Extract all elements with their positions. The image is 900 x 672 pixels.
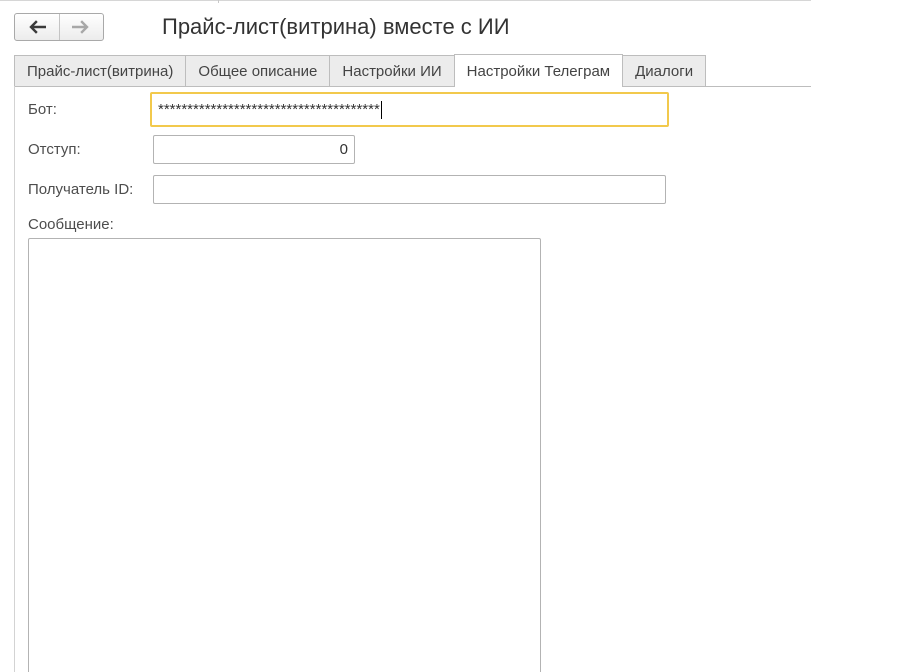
tab-price-list[interactable]: Прайс-лист(витрина): [14, 55, 187, 86]
text-caret: [380, 100, 382, 119]
offset-label: Отступ:: [28, 141, 81, 158]
top-divider: [0, 0, 811, 1]
message-textarea[interactable]: [28, 238, 541, 672]
form-window: Прайс-лист(витрина) вместе с ИИ Прайс-ли…: [0, 0, 900, 672]
recipient-id-field[interactable]: [153, 175, 666, 204]
tab-dialogs[interactable]: Диалоги: [622, 55, 707, 86]
forward-button[interactable]: [58, 14, 104, 40]
bot-token-field[interactable]: **************************************: [150, 92, 669, 127]
top-divider-tick: [218, 0, 219, 3]
message-label: Сообщение:: [28, 216, 114, 233]
tab-bar: Прайс-лист(витрина) Общее описание Настр…: [14, 54, 707, 87]
arrow-left-icon: [29, 20, 46, 34]
tab-panel-left-border: [14, 86, 15, 672]
tab-telegram-settings[interactable]: Настройки Телеграм: [453, 54, 624, 87]
navigation-buttons: [14, 13, 104, 41]
offset-field[interactable]: 0: [153, 135, 355, 164]
tab-panel-border: [14, 86, 811, 87]
offset-value: 0: [339, 141, 348, 158]
tab-ai-settings[interactable]: Настройки ИИ: [329, 55, 455, 86]
arrow-right-icon: [72, 20, 89, 34]
recipient-id-label: Получатель ID:: [28, 181, 134, 198]
bot-token-value: **************************************: [158, 101, 380, 118]
page-title: Прайс-лист(витрина) вместе с ИИ: [162, 14, 510, 39]
bot-label: Бот:: [28, 101, 57, 118]
back-button[interactable]: [15, 14, 59, 40]
tab-general-description[interactable]: Общее описание: [185, 55, 331, 86]
